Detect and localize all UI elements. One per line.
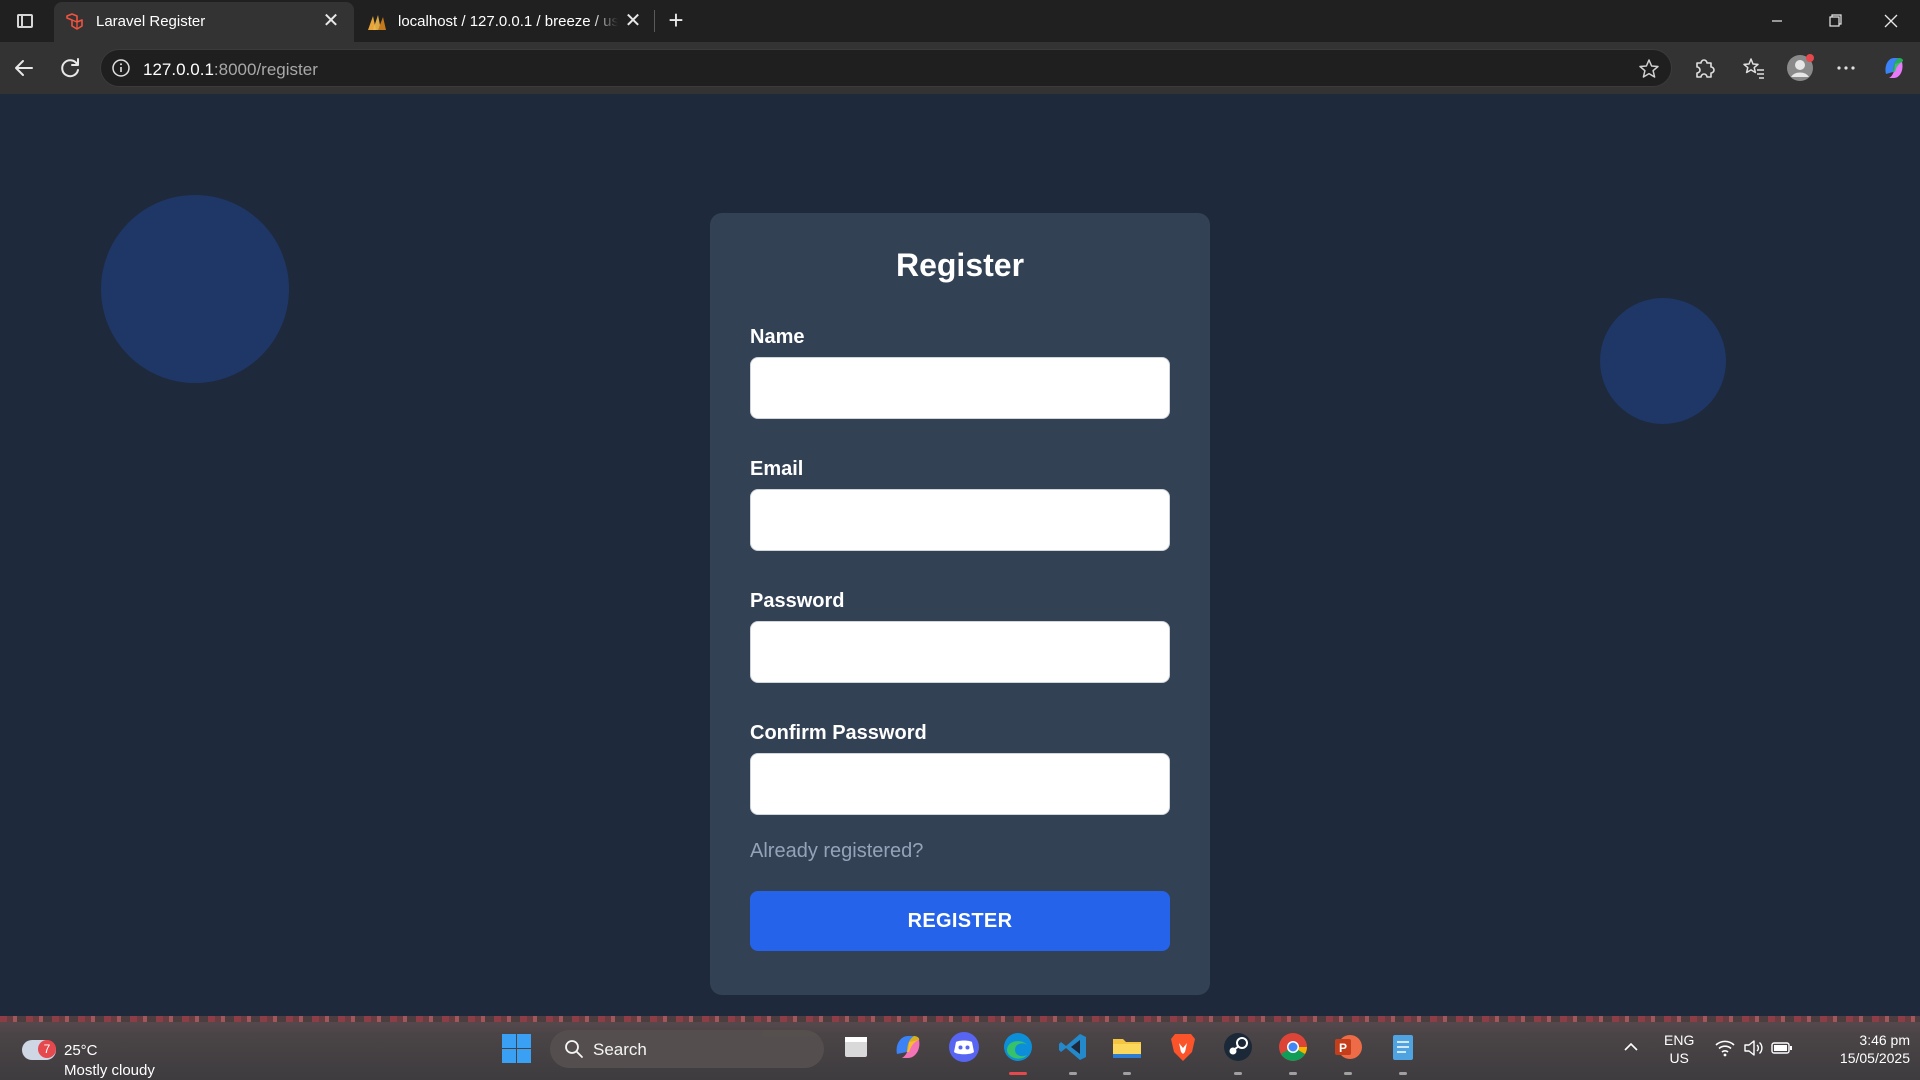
confirm-password-label: Confirm Password (750, 722, 927, 744)
profile-avatar-icon[interactable] (1784, 52, 1816, 84)
tab-title: localhost / 127.0.0.1 / breeze / users (398, 13, 618, 30)
page-title: Register (895, 247, 1025, 283)
notepad-icon[interactable] (1386, 1030, 1420, 1075)
brave-icon[interactable] (1166, 1030, 1200, 1064)
tab-close-icon[interactable]: ✕ (622, 10, 644, 32)
already-registered-link[interactable]: Already registered? (750, 840, 923, 863)
url-text: 127.0.0.1:8000/register (143, 60, 318, 80)
discord-icon[interactable] (947, 1030, 981, 1064)
site-info-icon[interactable] (111, 58, 131, 78)
register-card: Register Name Email Password Confirm Pas… (710, 213, 1210, 995)
vscode-icon[interactable] (1056, 1030, 1090, 1075)
browser-tab-bar: Laravel Register ✕ localhost / 127.0.0.1… (0, 0, 1920, 42)
search-icon (565, 1040, 583, 1058)
password-label: Password (750, 590, 845, 612)
address-bar[interactable]: 127.0.0.1:8000/register (100, 49, 1672, 87)
volume-icon (1744, 1040, 1763, 1056)
copilot-icon[interactable] (1878, 52, 1910, 84)
folder-icon[interactable] (1110, 1030, 1144, 1075)
tab-title: Laravel Register (96, 13, 206, 30)
phpmyadmin-icon (368, 15, 386, 30)
region-code: US (1669, 1050, 1689, 1066)
reload-icon[interactable] (54, 52, 86, 84)
url-host: 127.0.0.1 (143, 60, 214, 79)
register-button[interactable]: REGISTER (750, 891, 1170, 951)
windows-taskbar: 7 25°C Mostly cloudy Search P ENG US 3:4… (0, 1016, 1920, 1080)
edge-icon[interactable] (1001, 1030, 1035, 1075)
file-explorer-icon[interactable] (840, 1030, 874, 1064)
chrome-icon[interactable] (1276, 1030, 1310, 1075)
password-field[interactable] (750, 621, 1170, 683)
back-arrow-icon[interactable] (8, 52, 40, 84)
new-tab-icon[interactable]: + (662, 6, 690, 34)
laravel-icon (66, 13, 83, 30)
confirm-password-field[interactable] (750, 753, 1170, 815)
clock-time: 3:46 pm (1859, 1032, 1910, 1048)
chevron-up-icon[interactable] (1622, 1038, 1640, 1056)
powerpoint-icon[interactable]: P (1331, 1030, 1365, 1075)
language-indicator[interactable]: ENG US (1664, 1031, 1694, 1067)
weather-condition: Mostly cloudy (64, 1062, 155, 1079)
tab-separator (654, 10, 655, 32)
browser-toolbar: 127.0.0.1:8000/register (0, 42, 1920, 94)
minimize-icon[interactable] (1762, 8, 1792, 34)
more-options-icon[interactable] (1830, 52, 1862, 84)
favorites-icon[interactable] (1738, 52, 1770, 84)
sidebar-toggle-icon[interactable] (12, 9, 38, 33)
tab-laravel-register[interactable]: Laravel Register ✕ (54, 2, 354, 42)
battery-icon (1771, 1042, 1792, 1054)
system-clock[interactable]: 3:46 pm 15/05/2025 (1810, 1031, 1910, 1067)
restore-icon[interactable] (1820, 8, 1850, 34)
system-tray-icons[interactable] (1714, 1038, 1794, 1058)
email-field[interactable] (750, 489, 1170, 551)
svg-text:P: P (1339, 1041, 1347, 1055)
weather-temperature: 25°C (64, 1042, 98, 1059)
copilot-icon[interactable] (891, 1030, 925, 1064)
tab-phpmyadmin[interactable]: localhost / 127.0.0.1 / breeze / users ✕ (356, 2, 656, 42)
weather-widget[interactable]: 7 25°C Mostly cloudy (20, 1028, 170, 1079)
decorative-circle (101, 195, 289, 383)
close-window-icon[interactable] (1876, 8, 1906, 34)
windows-start-icon[interactable] (500, 1032, 532, 1064)
url-path: :8000/register (213, 60, 318, 79)
taskbar-search[interactable]: Search (550, 1030, 824, 1068)
decorative-circle (1600, 298, 1726, 424)
page-viewport: Register Name Email Password Confirm Pas… (5, 94, 1915, 1016)
language-code: ENG (1664, 1032, 1695, 1048)
tab-close-icon[interactable]: ✕ (320, 10, 342, 32)
favorite-star-icon[interactable] (1637, 57, 1661, 81)
name-field[interactable] (750, 357, 1170, 419)
search-label: Search (593, 1040, 647, 1059)
clock-date: 15/05/2025 (1839, 1050, 1910, 1066)
email-label: Email (750, 458, 804, 480)
name-label: Name (750, 326, 805, 348)
extensions-icon[interactable] (1688, 52, 1720, 84)
notification-badge: 7 (38, 1040, 56, 1058)
steam-icon[interactable] (1221, 1030, 1255, 1075)
wifi-icon (1715, 1040, 1735, 1057)
